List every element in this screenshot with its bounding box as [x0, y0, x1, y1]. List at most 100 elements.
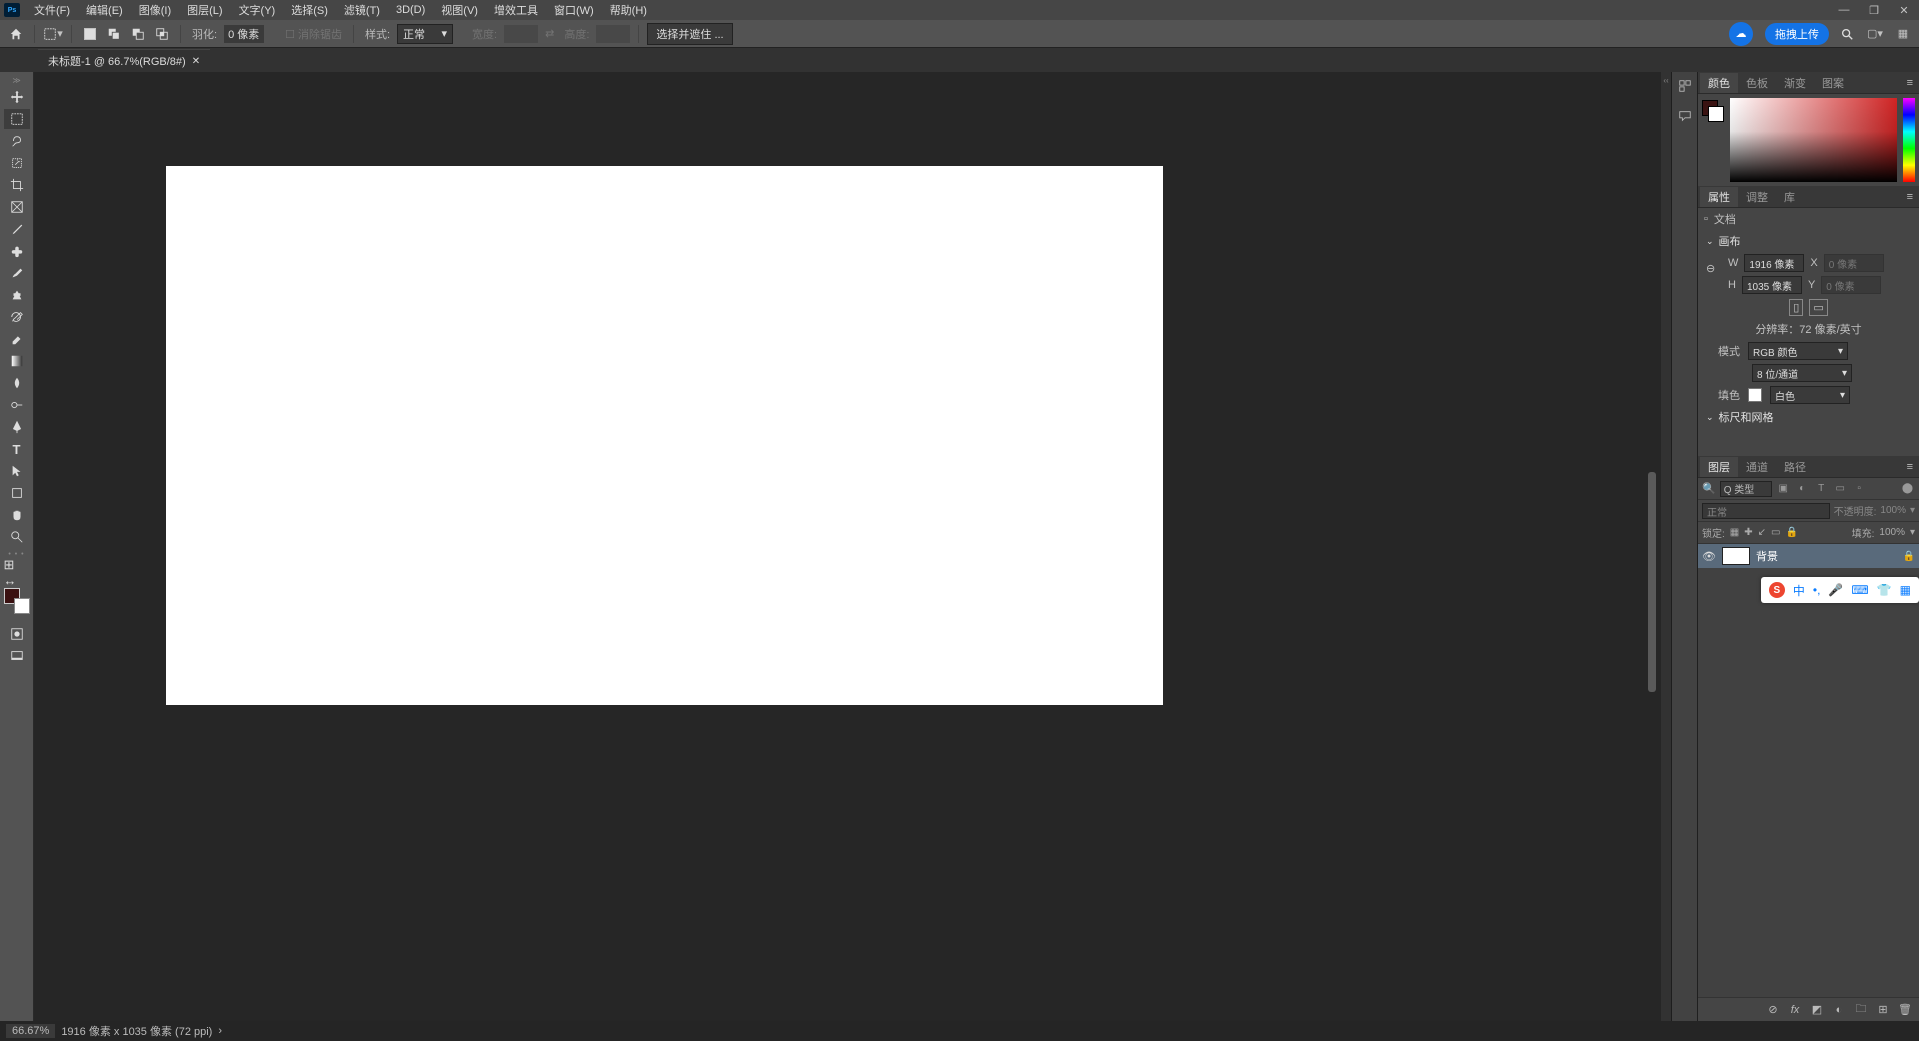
docinfo-more-icon[interactable]: › — [218, 1025, 222, 1037]
menu-layer[interactable]: 图层(L) — [179, 1, 230, 19]
adjustment-icon[interactable]: ◐ — [1831, 1002, 1847, 1018]
panel-menu-icon[interactable]: ≡ — [1903, 461, 1917, 473]
lock-artboard-icon[interactable]: ▭ — [1771, 527, 1780, 538]
menu-select[interactable]: 选择(S) — [283, 1, 336, 19]
blur-tool[interactable] — [4, 373, 30, 393]
menu-edit[interactable]: 编辑(E) — [78, 1, 131, 19]
ime-skin-icon[interactable]: 👕 — [1877, 583, 1892, 597]
feather-input[interactable] — [224, 25, 264, 43]
menu-file[interactable]: 文件(F) — [26, 1, 78, 19]
search-icon[interactable] — [1837, 24, 1857, 44]
selection-new[interactable] — [80, 24, 100, 44]
tab-properties[interactable]: 属性 — [1700, 187, 1738, 207]
zoom-level[interactable]: 66.67% — [6, 1024, 55, 1038]
menu-window[interactable]: 窗口(W) — [546, 1, 602, 19]
search-icon[interactable]: 🔍 — [1702, 482, 1716, 495]
lock-position-icon[interactable]: ✚ — [1744, 527, 1752, 538]
panel-menu-icon[interactable]: ≡ — [1903, 191, 1917, 203]
fill-value[interactable]: 100% — [1879, 527, 1905, 538]
home-button[interactable] — [6, 24, 26, 44]
screenmode-icon[interactable]: ▢▾ — [1865, 24, 1885, 44]
document-info[interactable]: 1916 像素 x 1035 像素 (72 ppi) — [61, 1023, 212, 1039]
filter-type-icon[interactable]: T — [1814, 481, 1829, 496]
color-field[interactable] — [1730, 98, 1897, 182]
fill-swatch[interactable] — [1748, 388, 1762, 402]
color-swatch[interactable] — [4, 588, 30, 614]
brush-tool[interactable] — [4, 263, 30, 283]
healing-brush-tool[interactable] — [4, 241, 30, 261]
layer-row[interactable]: 👁 背景 🔒 — [1698, 544, 1919, 568]
frame-tool[interactable] — [4, 197, 30, 217]
hue-slider[interactable] — [1903, 98, 1915, 182]
filter-kind-select[interactable]: Q 类型 — [1720, 481, 1772, 497]
history-icon[interactable] — [1675, 76, 1695, 96]
window-close[interactable]: ✕ — [1889, 0, 1919, 20]
ruler-section[interactable]: 标尺和网格 — [1698, 406, 1919, 428]
menu-image[interactable]: 图像(I) — [131, 1, 179, 19]
hand-tool[interactable] — [4, 505, 30, 525]
tab-color[interactable]: 颜色 — [1700, 73, 1738, 93]
ime-mic-icon[interactable]: 🎤 — [1828, 583, 1843, 597]
window-minimize[interactable]: — — [1829, 0, 1859, 20]
tab-adjustments[interactable]: 调整 — [1738, 187, 1776, 207]
lock-pixels-icon[interactable]: ▦ — [1730, 527, 1739, 538]
tab-layers[interactable]: 图层 — [1700, 457, 1738, 477]
new-layer-icon[interactable]: ⊞ — [1875, 1002, 1891, 1018]
layer-thumbnail[interactable] — [1722, 547, 1750, 565]
menu-filter[interactable]: 滤镜(T) — [336, 1, 388, 19]
magic-wand-tool[interactable] — [4, 153, 30, 173]
gradient-tool[interactable] — [4, 351, 30, 371]
pen-tool[interactable] — [4, 417, 30, 437]
history-brush-tool[interactable] — [4, 307, 30, 327]
dodge-tool[interactable] — [4, 395, 30, 415]
canvas-section[interactable]: 画布 — [1698, 230, 1919, 252]
orient-landscape-icon[interactable]: ▭ — [1809, 299, 1827, 316]
eyedropper-tool[interactable] — [4, 219, 30, 239]
sogou-logo-icon[interactable]: S — [1769, 582, 1785, 598]
close-tab-icon[interactable]: ✕ — [192, 56, 200, 67]
opacity-value[interactable]: 100% — [1880, 505, 1906, 516]
bits-select[interactable]: 8 位/通道▾ — [1752, 364, 1852, 382]
tab-swatches[interactable]: 色板 — [1738, 73, 1776, 93]
ime-punct-icon[interactable]: •, — [1813, 583, 1821, 597]
fx-icon[interactable]: fx — [1787, 1002, 1803, 1018]
document-canvas[interactable] — [166, 166, 1163, 705]
shape-tool[interactable] — [4, 483, 30, 503]
menu-plugins[interactable]: 增效工具 — [486, 1, 546, 19]
tab-gradients[interactable]: 渐变 — [1776, 73, 1814, 93]
tab-paths[interactable]: 路径 — [1776, 457, 1814, 477]
filter-pixel-icon[interactable]: ▣ — [1776, 481, 1791, 496]
filter-toggle[interactable]: ⬤ — [1900, 481, 1915, 496]
ime-toolbox-icon[interactable]: ▦ — [1900, 583, 1911, 597]
group-icon[interactable]: 🗀 — [1853, 1002, 1869, 1018]
quickmask-toggle[interactable] — [4, 624, 30, 644]
fill-select[interactable]: 白色▾ — [1770, 386, 1850, 404]
mask-icon[interactable]: ◩ — [1809, 1002, 1825, 1018]
filter-shape-icon[interactable]: ▭ — [1833, 481, 1848, 496]
canvas-area[interactable] — [34, 72, 1661, 1021]
lock-image-icon[interactable]: ↙ — [1758, 527, 1766, 538]
selection-subtract[interactable] — [128, 24, 148, 44]
selection-intersect[interactable] — [152, 24, 172, 44]
link-layers-icon[interactable]: ⊘ — [1765, 1002, 1781, 1018]
tab-patterns[interactable]: 图案 — [1814, 73, 1852, 93]
tab-libraries[interactable]: 库 — [1776, 187, 1803, 207]
type-tool[interactable]: T — [4, 439, 30, 459]
menu-type[interactable]: 文字(Y) — [231, 1, 284, 19]
crop-tool[interactable] — [4, 175, 30, 195]
menu-3d[interactable]: 3D(D) — [388, 3, 433, 17]
selection-add[interactable] — [104, 24, 124, 44]
vertical-scrollbar[interactable] — [1645, 72, 1659, 1003]
mode-select[interactable]: RGB 颜色▾ — [1748, 342, 1848, 360]
filter-smart-icon[interactable]: ▫ — [1852, 481, 1867, 496]
visibility-toggle[interactable]: 👁 — [1702, 550, 1716, 563]
background-color[interactable] — [14, 598, 30, 614]
screenmode-tool[interactable] — [4, 646, 30, 666]
panel-color-swatches[interactable] — [1702, 100, 1724, 122]
comment-icon[interactable] — [1675, 106, 1695, 126]
tab-channels[interactable]: 通道 — [1738, 457, 1776, 477]
width-field[interactable] — [1744, 254, 1804, 272]
select-and-mask-button[interactable]: 选择并遮住 ... — [647, 23, 732, 45]
panel-menu-icon[interactable]: ≡ — [1903, 77, 1917, 89]
orient-portrait-icon[interactable]: ▯ — [1789, 299, 1803, 316]
